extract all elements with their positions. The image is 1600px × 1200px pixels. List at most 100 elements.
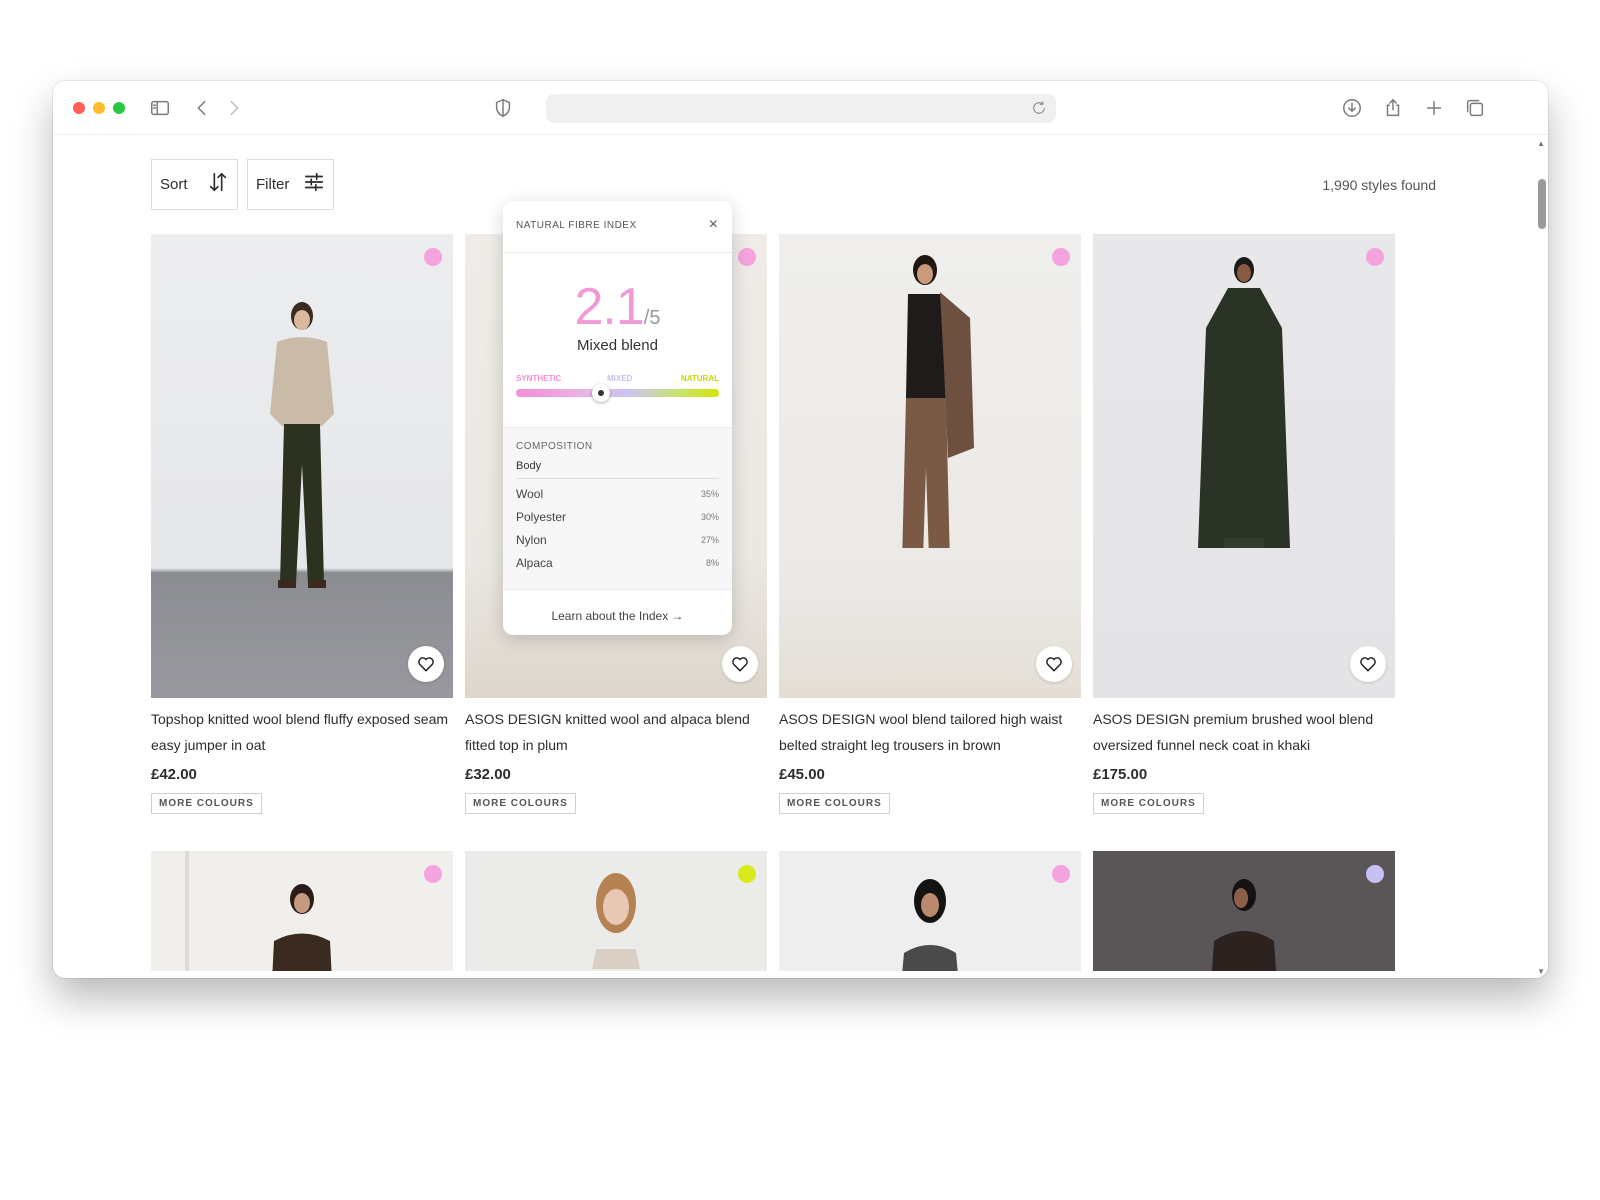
material-percent: 27% — [700, 535, 719, 545]
sort-icon — [207, 171, 229, 198]
more-colours-badge[interactable]: MORE COLOURS — [1093, 793, 1204, 814]
fibre-index-dot[interactable] — [424, 248, 442, 266]
scrollbar[interactable] — [1534, 135, 1548, 978]
fibre-index-dot[interactable] — [1052, 248, 1070, 266]
close-icon[interactable]: × — [709, 216, 718, 234]
heart-icon[interactable] — [722, 646, 758, 682]
browser-window: Sort Filter 1,990 styles found Topshop k… — [53, 81, 1548, 978]
maximize-window-button[interactable] — [113, 102, 125, 114]
product-price: £45.00 — [779, 766, 825, 783]
forward-icon[interactable] — [221, 95, 247, 121]
material-percent: 30% — [700, 512, 719, 522]
material-name: Polyester — [516, 510, 567, 524]
score-label: Mixed blend — [577, 337, 658, 354]
product-name[interactable]: ASOS DESIGN knitted wool and alpaca blen… — [465, 706, 767, 758]
more-colours-badge[interactable]: MORE COLOURS — [151, 793, 262, 814]
fibre-index-dot[interactable] — [1366, 248, 1384, 266]
fibre-score-max: /5 — [643, 307, 661, 329]
fibre-index-dot[interactable] — [1366, 865, 1384, 883]
product-image[interactable] — [1093, 234, 1395, 698]
sort-label: Sort — [160, 176, 188, 193]
product-image[interactable] — [779, 234, 1081, 698]
page-content: Sort Filter 1,990 styles found Topshop k… — [53, 135, 1548, 978]
material-percent: 35% — [700, 489, 719, 499]
composition-section-name: Body — [516, 460, 719, 479]
fibre-index-dot[interactable] — [424, 865, 442, 883]
product-photo-figure — [592, 873, 640, 969]
filter-icon — [303, 171, 325, 198]
sort-button[interactable]: Sort — [151, 159, 238, 210]
sidebar-icon[interactable] — [147, 95, 173, 121]
tabs-icon[interactable] — [1462, 95, 1488, 121]
composition-section: COMPOSITION Body Wool 35% Polyester 30% Ny… — [503, 427, 732, 590]
material-name: Alpaca — [516, 556, 553, 570]
fibre-index-dot[interactable] — [1052, 865, 1070, 883]
scroll-down-icon[interactable]: ▼ — [1537, 967, 1545, 976]
composition-row: Alpaca 8% — [516, 552, 719, 575]
product-price: £175.00 — [1093, 766, 1148, 783]
product-image[interactable] — [151, 234, 453, 698]
product-image[interactable] — [779, 851, 1081, 971]
scale-labels: SYNTHETIC MIXED NATURAL — [516, 374, 719, 386]
product-name[interactable]: ASOS DESIGN wool blend tailored high wai… — [779, 706, 1081, 758]
product-name[interactable]: ASOS DESIGN premium brushed wool blend o… — [1093, 706, 1395, 758]
product-photo-figure — [1198, 257, 1290, 548]
composition-list: Wool 35% Polyester 30% Nylon 27% Alpaca 8% — [516, 483, 719, 575]
styles-found-count: 1,990 styles found — [1322, 177, 1436, 193]
new-tab-icon[interactable] — [1421, 95, 1447, 121]
product-card[interactable] — [151, 851, 453, 971]
product-image[interactable] — [151, 851, 453, 971]
composition-title: COMPOSITION — [516, 441, 593, 452]
scale-indicator — [592, 384, 611, 402]
composition-row: Polyester 30% — [516, 506, 719, 529]
popup-header: NATURAL FIBRE INDEX × — [503, 201, 732, 253]
product-card[interactable]: ASOS DESIGN wool blend tailored high wai… — [779, 234, 1081, 814]
material-percent: 8% — [705, 558, 719, 568]
product-image[interactable] — [1093, 851, 1395, 971]
scroll-up-icon[interactable]: ▲ — [1537, 139, 1545, 148]
material-name: Nylon — [516, 533, 547, 547]
scrollbar-thumb[interactable] — [1538, 179, 1546, 229]
download-icon[interactable] — [1339, 95, 1365, 121]
natural-fibre-index-popup: NATURAL FIBRE INDEX × 2.1/5 Mixed blend … — [503, 201, 732, 635]
minimize-window-button[interactable] — [93, 102, 105, 114]
more-colours-badge[interactable]: MORE COLOURS — [465, 793, 576, 814]
fibre-score: 2.1 — [574, 278, 645, 336]
back-icon[interactable] — [189, 95, 215, 121]
material-name: Wool — [516, 487, 544, 501]
product-photo-figure — [272, 884, 332, 971]
heart-icon[interactable] — [1036, 646, 1072, 682]
product-price: £42.00 — [151, 766, 197, 783]
address-bar[interactable] — [546, 94, 1056, 123]
composition-row: Nylon 27% — [516, 529, 719, 552]
fibre-scale-bar — [516, 384, 719, 402]
product-card[interactable] — [779, 851, 1081, 971]
product-photo-figure — [902, 255, 974, 548]
product-photo-figure — [1212, 879, 1276, 971]
product-photo-figure — [270, 302, 334, 588]
shield-icon[interactable] — [490, 95, 516, 121]
product-name[interactable]: Topshop knitted wool blend fluffy expose… — [151, 706, 453, 758]
filter-button[interactable]: Filter — [247, 159, 334, 210]
learn-about-index-link[interactable]: Learn about the Index → — [503, 609, 732, 623]
product-card[interactable]: Topshop knitted wool blend fluffy expose… — [151, 234, 453, 814]
scale-label-mixed: MIXED — [607, 374, 633, 383]
heart-icon[interactable] — [408, 646, 444, 682]
share-icon[interactable] — [1380, 95, 1406, 121]
product-card[interactable] — [1093, 851, 1395, 971]
close-window-button[interactable] — [73, 102, 85, 114]
more-colours-badge[interactable]: MORE COLOURS — [779, 793, 890, 814]
score-block: 2.1/5 Mixed blend — [503, 277, 732, 354]
product-image[interactable] — [465, 851, 767, 971]
product-card[interactable] — [465, 851, 767, 971]
scale-label-synthetic: SYNTHETIC — [516, 374, 562, 383]
fibre-index-dot[interactable] — [738, 248, 756, 266]
browser-toolbar — [53, 81, 1548, 135]
heart-icon[interactable] — [1350, 646, 1386, 682]
product-photo-figure — [902, 879, 958, 971]
fibre-index-dot[interactable] — [738, 865, 756, 883]
reload-icon[interactable] — [1030, 99, 1048, 117]
product-card[interactable]: ASOS DESIGN premium brushed wool blend o… — [1093, 234, 1395, 814]
popup-title: NATURAL FIBRE INDEX — [516, 220, 637, 231]
product-price: £32.00 — [465, 766, 511, 783]
